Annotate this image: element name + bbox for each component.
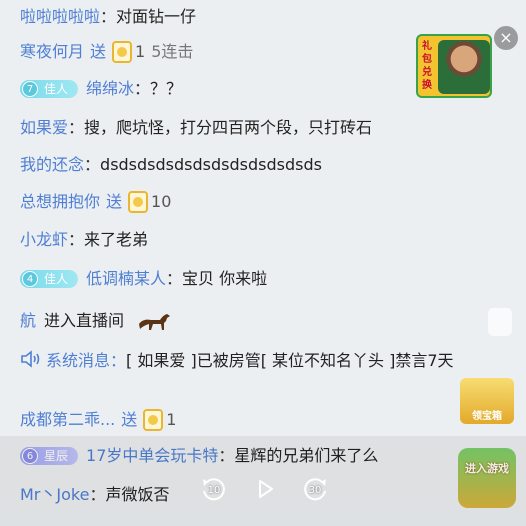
message-username[interactable]: 小龙虾 <box>20 225 68 255</box>
message-separator: ： <box>166 269 183 288</box>
message-text: 对面钻一仔 <box>116 7 197 26</box>
message-text: dsdsdsdsdsdsdsdsdsdsdsds <box>100 155 322 174</box>
message-text: ？？ <box>150 79 183 98</box>
side-panel-icon[interactable] <box>488 308 512 336</box>
message-username[interactable]: 航 <box>20 306 36 336</box>
fan-badge[interactable]: 4 佳人 <box>20 270 79 288</box>
close-button[interactable]: × <box>494 26 518 50</box>
chat-message: 小龙虾 ： 来了老弟 <box>20 225 148 255</box>
message-username[interactable]: 绵绵冰 <box>86 74 134 104</box>
system-text: [ 如果爱 ]已被房管[ 某位不知名丫头 ]禁言7天 <box>126 351 454 370</box>
treasure-chest-button[interactable]: 领宝箱 <box>460 378 514 424</box>
gift-icon <box>143 409 164 431</box>
rewind-button[interactable]: 10 <box>199 474 229 504</box>
message-username[interactable]: 啦啦啦啦啦 <box>20 2 100 32</box>
message-text: 来了老弟 <box>84 230 149 249</box>
gift-count: 1 <box>135 42 146 61</box>
message-username[interactable]: 寒夜何月 <box>20 37 84 67</box>
message-username[interactable]: 如果爱 <box>20 113 68 143</box>
chat-message: 我的还念 ： dsdsdsdsdsdsdsdsdsdsdsds <box>20 150 322 180</box>
message-text: 进入直播间 <box>44 311 125 330</box>
gift-message: 寒夜何月 送 1 5连击 <box>20 37 193 67</box>
play-icon <box>259 480 273 498</box>
gift-send-label: 送 <box>90 42 107 61</box>
video-controls: 10 30 <box>0 436 526 526</box>
badge-label: 佳人 <box>44 272 69 286</box>
chat-message: 4 佳人 低调楠某人 ： 宝贝 你来啦 <box>20 264 267 294</box>
gift-count: 1 <box>166 410 177 429</box>
system-separator: ： <box>110 351 127 370</box>
gift-pack-promo[interactable]: 礼包兑换 <box>416 34 492 98</box>
chat-message: 7 佳人 绵绵冰 ： ？？ <box>20 74 182 104</box>
gift-send-label: 送 <box>106 192 123 211</box>
play-button[interactable] <box>250 474 280 504</box>
badge-label: 佳人 <box>44 82 69 96</box>
gift-message: 成都第二乖... 送 1 <box>20 405 176 435</box>
chat-message: 啦啦啦啦啦 ： 对面钻一仔 <box>20 2 196 32</box>
promo-tag: 礼包兑换 <box>422 41 432 91</box>
gift-count: 10 <box>151 192 172 211</box>
gift-combo: 5连击 <box>151 42 194 61</box>
horse-mount-icon <box>139 314 171 330</box>
gift-icon <box>112 41 133 63</box>
badge-level: 4 <box>22 271 38 287</box>
message-text: 宝贝 你来啦 <box>182 269 268 288</box>
message-username[interactable]: 成都第二乖... <box>20 405 115 435</box>
message-separator: ： <box>68 230 85 249</box>
fan-badge[interactable]: 7 佳人 <box>20 80 79 98</box>
system-message: 系统消息：[ 如果爱 ]已被房管[ 某位不知名丫头 ]禁言7天 <box>20 346 490 376</box>
message-username[interactable]: 我的还念 <box>20 150 84 180</box>
forward-button[interactable]: 30 <box>300 474 330 504</box>
enter-room-message: 航 进入直播间 <box>20 306 172 336</box>
message-separator: ： <box>134 79 151 98</box>
message-separator: ： <box>68 118 85 137</box>
gift-message: 总想拥抱你 送 10 <box>20 187 171 217</box>
chat-message: 如果爱 ： 搜，爬坑怪，打分四百两个段，只打砖石 <box>20 113 372 143</box>
message-username[interactable]: 低调楠某人 <box>86 264 166 294</box>
forward-seconds: 30 <box>308 485 322 496</box>
gift-send-label: 送 <box>121 410 138 429</box>
system-label: 系统消息 <box>46 351 111 370</box>
badge-level: 7 <box>22 81 38 97</box>
promo-portrait <box>438 40 490 94</box>
message-separator: ： <box>84 155 101 174</box>
speaker-icon <box>21 350 40 368</box>
message-text: 搜，爬坑怪，打分四百两个段，只打砖石 <box>84 118 373 137</box>
gift-icon <box>128 191 149 213</box>
treasure-label: 领宝箱 <box>472 411 502 422</box>
message-separator: ： <box>100 7 117 26</box>
rewind-seconds: 10 <box>207 485 221 496</box>
message-username[interactable]: 总想拥抱你 <box>20 187 100 217</box>
